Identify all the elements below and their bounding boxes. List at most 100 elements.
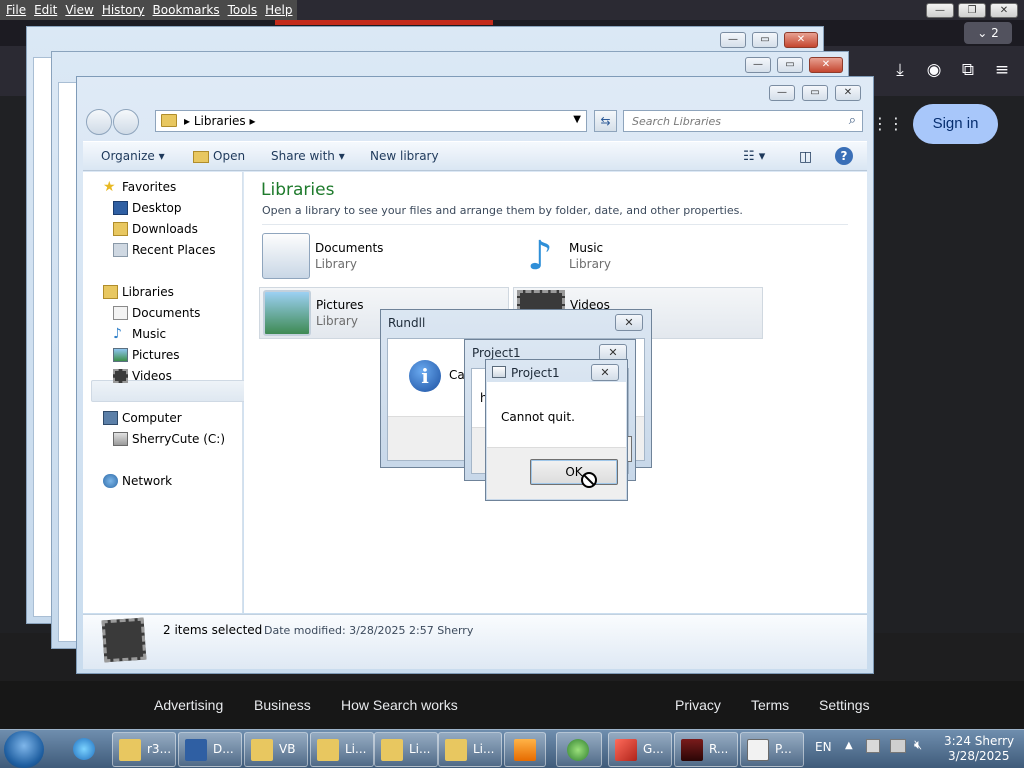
menu-help[interactable]: Help	[261, 0, 296, 20]
close-button[interactable]: ✕	[809, 57, 843, 73]
taskbar-label: P...	[775, 742, 792, 756]
refresh-icon[interactable]: ⇆	[594, 110, 617, 132]
maximize-button[interactable]: ▭	[752, 32, 778, 48]
action-center-icon[interactable]	[866, 739, 880, 753]
minimize-button[interactable]: —	[769, 85, 795, 101]
maximize-button[interactable]: ▭	[777, 57, 803, 73]
maximize-button[interactable]: ▭	[802, 85, 828, 101]
address-bar[interactable]: ▸ Libraries ▸ ▼	[155, 110, 587, 132]
internet-explorer-icon	[73, 738, 95, 760]
menu-history[interactable]: History	[98, 0, 149, 20]
tile-type: Library	[569, 257, 611, 271]
navigation-pane: ★ Favorites Desktop Downloads Recent Pla…	[83, 172, 246, 613]
close-button[interactable]: ✕	[784, 32, 818, 48]
menu-bookmarks[interactable]: Bookmarks	[149, 0, 224, 20]
extensions-icon[interactable]: ⧉	[956, 58, 980, 82]
browser-minimize-button[interactable]: —	[926, 3, 954, 18]
app-icon	[492, 366, 506, 378]
divider	[262, 224, 848, 225]
ok-button[interactable]: OK	[530, 459, 618, 485]
menu-icon[interactable]: ≡	[990, 58, 1014, 82]
taskbar-button-6[interactable]: Li...	[438, 732, 502, 767]
account-icon[interactable]: ◉	[922, 58, 946, 82]
help-icon[interactable]: ?	[835, 147, 853, 165]
footer-settings[interactable]: Settings	[819, 697, 870, 713]
browser-maximize-button[interactable]: ❐	[958, 3, 986, 18]
show-hidden-icons-icon[interactable]: ▲	[845, 740, 853, 751]
library-tile-documents[interactable]: Documents Library	[259, 231, 509, 283]
computer-icon	[103, 411, 118, 425]
minimize-button[interactable]: —	[745, 57, 771, 73]
window-icon	[747, 739, 769, 761]
tile-type: Library	[315, 257, 357, 271]
share-with-button[interactable]: Share with ▾	[271, 149, 345, 163]
library-tile-music[interactable]: ♪ Music Library	[513, 231, 763, 283]
views-icon[interactable]: ☷ ▾	[743, 149, 765, 164]
menu-tools[interactable]: Tools	[224, 0, 262, 20]
open-button[interactable]: Open	[213, 149, 245, 163]
downloads-icon	[113, 222, 128, 236]
dialog-title: Project1	[472, 346, 521, 360]
taskbar-button-4[interactable]: Li...	[310, 732, 374, 767]
preview-pane-icon[interactable]: ◫	[799, 149, 812, 165]
search-placeholder: Search Libraries	[632, 115, 722, 128]
footer-terms[interactable]: Terms	[751, 697, 789, 713]
nav-label: Favorites	[122, 180, 177, 194]
clock-date[interactable]: 3/28/2025	[948, 749, 1010, 763]
menu-edit[interactable]: Edit	[30, 0, 61, 20]
taskbar-button-9[interactable]: G...	[608, 732, 672, 767]
nav-label: Documents	[132, 306, 201, 320]
language-indicator[interactable]: EN	[815, 740, 832, 754]
footer-advertising[interactable]: Advertising	[154, 697, 223, 713]
taskbar-button-8[interactable]	[556, 732, 602, 767]
tab-list-button[interactable]: ⌄ 2	[964, 22, 1012, 44]
close-button[interactable]: ✕	[835, 85, 861, 101]
taskbar-button-10[interactable]: R...	[674, 732, 738, 767]
volume-muted-icon[interactable]: 🔇︎	[914, 738, 922, 753]
breadcrumb: ▸ Libraries ▸	[184, 114, 256, 128]
not-allowed-cursor-icon	[581, 472, 597, 488]
menu-file[interactable]: File	[2, 0, 30, 20]
footer-business[interactable]: Business	[254, 697, 311, 713]
network-icon	[103, 474, 118, 488]
network-status-icon[interactable]	[890, 739, 906, 753]
organize-button[interactable]: Organize ▾	[101, 149, 165, 163]
minimize-button[interactable]: —	[720, 32, 746, 48]
libraries-icon	[103, 285, 118, 299]
network-globe-icon	[567, 739, 589, 761]
browser-close-button[interactable]: ✕	[990, 3, 1018, 18]
back-button[interactable]	[86, 109, 112, 135]
dialog-message: Ca	[449, 368, 465, 382]
menu-view[interactable]: View	[61, 0, 97, 20]
selection-count: 2 items selected	[163, 623, 263, 637]
taskbar-button-2[interactable]: D...	[178, 732, 242, 767]
close-button[interactable]: ✕	[591, 364, 619, 381]
desktop-icon	[113, 201, 128, 215]
taskbar-ie[interactable]	[63, 732, 107, 767]
apps-grid-icon[interactable]: ⋮⋮	[872, 114, 904, 134]
folder-icon	[251, 739, 273, 761]
taskbar-label: VB	[279, 742, 296, 756]
breadcrumb-libraries[interactable]: Libraries	[194, 114, 246, 128]
search-input[interactable]: Search Libraries ⌕	[623, 110, 863, 132]
chevron-down-icon[interactable]: ▼	[573, 114, 581, 125]
start-button[interactable]	[4, 731, 44, 768]
close-button[interactable]: ✕	[615, 314, 643, 331]
download-icon[interactable]: ⤓	[888, 58, 912, 82]
taskbar-button-5[interactable]: Li...	[374, 732, 438, 767]
nav-label: Desktop	[132, 201, 182, 215]
search-footer: Advertising Business How Search works Pr…	[0, 681, 1024, 729]
taskbar-button-1[interactable]: r3...	[112, 732, 176, 767]
open-folder-icon	[193, 151, 209, 163]
footer-how-search-works[interactable]: How Search works	[341, 697, 458, 713]
new-library-button[interactable]: New library	[370, 149, 439, 163]
sign-in-button[interactable]: Sign in	[913, 104, 998, 144]
nav-label: Videos	[132, 369, 172, 383]
forward-button[interactable]	[113, 109, 139, 135]
taskbar-button-3[interactable]: VB	[244, 732, 308, 767]
taskbar-button-11[interactable]: P...	[740, 732, 804, 767]
search-icon[interactable]: ⌕	[849, 113, 856, 128]
footer-privacy[interactable]: Privacy	[675, 697, 721, 713]
taskbar-button-7[interactable]	[504, 732, 546, 767]
clock-time[interactable]: 3:24 Sherry	[944, 734, 1014, 748]
